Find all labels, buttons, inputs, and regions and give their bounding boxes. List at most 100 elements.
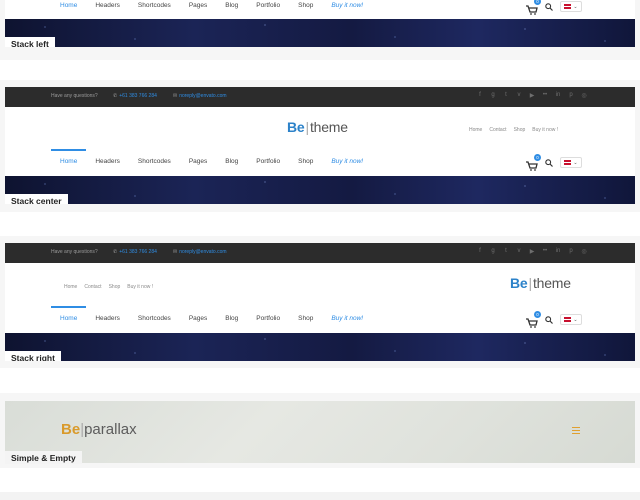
menu-item-headers[interactable]: Headers (86, 306, 129, 332)
header-tools: 0 ⌄ (526, 310, 582, 328)
secondary-link-buy[interactable]: Buy it now ! (127, 284, 153, 290)
twitter-icon[interactable]: t (503, 248, 509, 255)
cart-button[interactable]: 0 (526, 310, 541, 328)
menu-item-pages[interactable]: Pages (180, 0, 216, 19)
youtube-icon[interactable]: ▶ (529, 248, 535, 255)
youtube-icon[interactable]: ▶ (529, 92, 535, 99)
logo-be: Be (510, 275, 528, 291)
facebook-icon[interactable]: f (477, 248, 483, 255)
search-icon (545, 158, 553, 167)
parallax-logo[interactable]: Be|parallax (61, 421, 137, 438)
pinterest-icon[interactable]: p (568, 92, 574, 99)
topbar-email[interactable]: ✉ noreply@envato.com (173, 249, 227, 255)
header-tools: 0 ⌄ (526, 0, 582, 15)
menu-item-portfolio[interactable]: Portfolio (247, 306, 289, 332)
secondary-link-contact[interactable]: Contact (489, 127, 506, 133)
cart-button[interactable]: 0 (526, 153, 541, 171)
menu-item-shop[interactable]: Shop (289, 0, 322, 19)
chevron-down-icon: ⌄ (573, 3, 578, 10)
menu-item-shortcodes[interactable]: Shortcodes (129, 306, 180, 332)
search-button[interactable] (545, 315, 553, 324)
email-address: noreply@envato.com (179, 249, 227, 255)
cart-badge: 0 (534, 0, 541, 5)
search-button[interactable] (545, 158, 553, 167)
logo-be: Be (287, 119, 305, 135)
secondary-link-home[interactable]: Home (64, 284, 77, 290)
language-select[interactable]: ⌄ (560, 157, 582, 168)
menu-item-buy[interactable]: Buy it now! (322, 149, 372, 175)
menu-item-portfolio[interactable]: Portfolio (247, 0, 289, 19)
menu-item-blog[interactable]: Blog (216, 306, 247, 332)
flag-uk-icon (564, 4, 572, 9)
menu-item-pages[interactable]: Pages (180, 306, 216, 332)
main-menu: Home Headers Shortcodes Pages Blog Portf… (51, 306, 372, 332)
menu-item-home[interactable]: Home (51, 149, 87, 175)
top-bar: Have any questions? ✆ +61 383 766 284 ✉ no… (5, 87, 635, 107)
secondary-link-shop[interactable]: Shop (514, 127, 526, 133)
topbar-phone[interactable]: ✆ +61 383 766 284 (113, 249, 157, 255)
menu-item-headers[interactable]: Headers (86, 149, 129, 175)
flickr-icon[interactable]: •• (542, 248, 548, 255)
flickr-icon[interactable]: •• (542, 92, 548, 99)
google-plus-icon[interactable]: g (490, 92, 496, 99)
search-icon (545, 315, 553, 324)
social-icons: f g t v ▶ •• in p ◎ (477, 92, 587, 99)
menu-item-home[interactable]: Home (51, 306, 87, 332)
menu-item-shortcodes[interactable]: Shortcodes (129, 149, 180, 175)
section-caption: Simple & Empty (5, 451, 82, 464)
menu-item-shop[interactable]: Shop (289, 306, 322, 332)
secondary-link-shop[interactable]: Shop (109, 284, 121, 290)
top-bar: Have any questions? ✆ +61 383 766 284 ✉ no… (5, 243, 635, 263)
topbar-email[interactable]: ✉ noreply@envato.com (173, 93, 227, 99)
menu-item-headers[interactable]: Headers (86, 0, 129, 19)
pinterest-icon[interactable]: p (568, 248, 574, 255)
vimeo-icon[interactable]: v (516, 248, 522, 255)
search-icon (545, 2, 553, 11)
chevron-down-icon: ⌄ (573, 316, 578, 323)
menu-item-buy[interactable]: Buy it now! (322, 306, 372, 332)
menu-item-blog[interactable]: Blog (216, 0, 247, 19)
section-caption: Stack center (5, 194, 68, 204)
twitter-icon[interactable]: t (503, 92, 509, 99)
logo[interactable]: Be|theme (287, 119, 348, 135)
cart-icon (526, 160, 538, 171)
menu-item-blog[interactable]: Blog (216, 149, 247, 175)
secondary-link-buy[interactable]: Buy it now ! (532, 127, 558, 133)
hero-banner (5, 176, 635, 204)
logo-word: theme (532, 275, 571, 291)
logo[interactable]: Be|theme (510, 275, 571, 291)
hero-banner (5, 333, 635, 361)
menu-item-shop[interactable]: Shop (289, 149, 322, 175)
hamburger-menu-icon[interactable] (572, 427, 580, 434)
menu-item-shortcodes[interactable]: Shortcodes (129, 0, 180, 19)
cart-button[interactable]: 0 (526, 0, 541, 15)
vimeo-icon[interactable]: v (516, 92, 522, 99)
flag-uk-icon (564, 317, 572, 322)
chevron-down-icon: ⌄ (573, 159, 578, 166)
dribbble-icon[interactable]: ◎ (581, 92, 587, 99)
phone-icon: ✆ (113, 249, 118, 255)
topbar-phone[interactable]: ✆ +61 383 766 284 (113, 93, 157, 99)
cart-icon (526, 317, 538, 328)
language-select[interactable]: ⌄ (560, 314, 582, 325)
search-button[interactable] (545, 2, 553, 11)
facebook-icon[interactable]: f (477, 92, 483, 99)
cart-badge: 0 (534, 310, 541, 318)
topbar-question: Have any questions? (51, 249, 98, 255)
linkedin-icon[interactable]: in (555, 92, 561, 99)
flag-uk-icon (564, 160, 572, 165)
menu-item-home[interactable]: Home (51, 0, 86, 19)
menu-item-pages[interactable]: Pages (180, 149, 216, 175)
menu-item-buy[interactable]: Buy it now! (322, 0, 372, 19)
menu-item-portfolio[interactable]: Portfolio (247, 149, 289, 175)
language-select[interactable]: ⌄ (560, 1, 582, 12)
linkedin-icon[interactable]: in (555, 248, 561, 255)
stack-center-preview: Have any questions? ✆ +61 383 766 284 ✉ no… (5, 87, 635, 204)
secondary-link-home[interactable]: Home (469, 127, 482, 133)
secondary-link-contact[interactable]: Contact (84, 284, 101, 290)
google-plus-icon[interactable]: g (490, 248, 496, 255)
parallax-preview: Be|parallax Simple & Empty (5, 401, 635, 464)
logo-word: theme (309, 119, 348, 135)
dribbble-icon[interactable]: ◎ (581, 248, 587, 255)
cart-icon (526, 4, 538, 15)
